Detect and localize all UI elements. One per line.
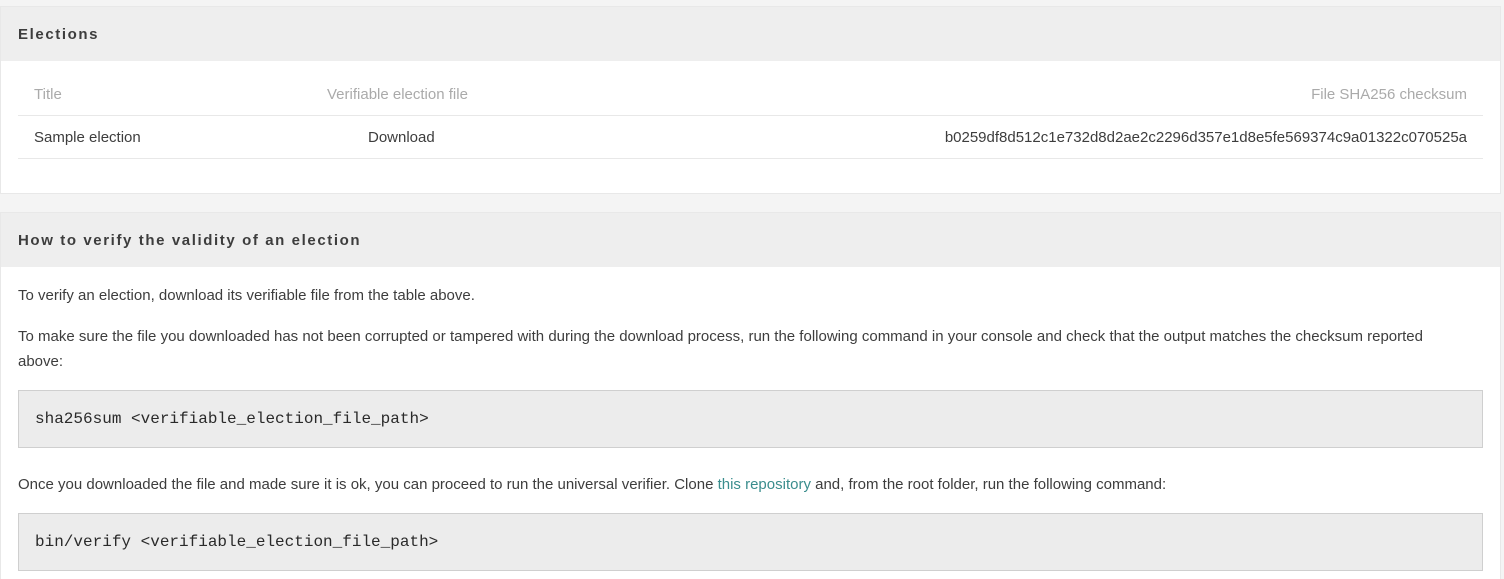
verifier-text-after: and, from the root folder, run the follo… — [810, 476, 1167, 493]
column-header-checksum: File SHA256 checksum — [1311, 86, 1467, 103]
repository-link[interactable]: this repository — [718, 476, 811, 493]
elections-table: Title Verifiable election file File SHA2… — [18, 73, 1483, 159]
table-header-row: Title Verifiable election file File SHA2… — [18, 73, 1483, 116]
elections-card: Elections Title Verifiable election file… — [0, 6, 1501, 194]
column-header-file: Verifiable election file — [327, 86, 468, 103]
sha256sum-command-text: sha256sum <verifiable_election_file_path… — [35, 410, 429, 428]
election-title: Sample election — [34, 129, 141, 146]
verify-intro-paragraph: To verify an election, download its veri… — [18, 287, 475, 304]
elections-header: Elections — [1, 7, 1500, 61]
verify-header: How to verify the validity of an electio… — [1, 213, 1500, 267]
election-checksum: b0259df8d512c1e732d8d2ae2c2296d357e1d8e5… — [944, 129, 1467, 146]
sha256sum-command: sha256sum <verifiable_election_file_path… — [18, 390, 1483, 448]
column-header-title: Title — [34, 86, 62, 103]
table-row: Sample election Download b0259df8d512c1e… — [18, 116, 1483, 159]
verify-command-text: bin/verify <verifiable_election_file_pat… — [35, 533, 439, 551]
checksum-instructions-paragraph: To make sure the file you downloaded has… — [18, 328, 1423, 370]
verifier-instructions-paragraph: Once you downloaded the file and made su… — [18, 472, 1460, 497]
verify-command: bin/verify <verifiable_election_file_pat… — [18, 513, 1483, 571]
verify-card: How to verify the validity of an electio… — [0, 212, 1501, 579]
verifier-text-before: Once you downloaded the file and made su… — [18, 476, 718, 493]
download-link[interactable]: Download — [368, 116, 435, 159]
